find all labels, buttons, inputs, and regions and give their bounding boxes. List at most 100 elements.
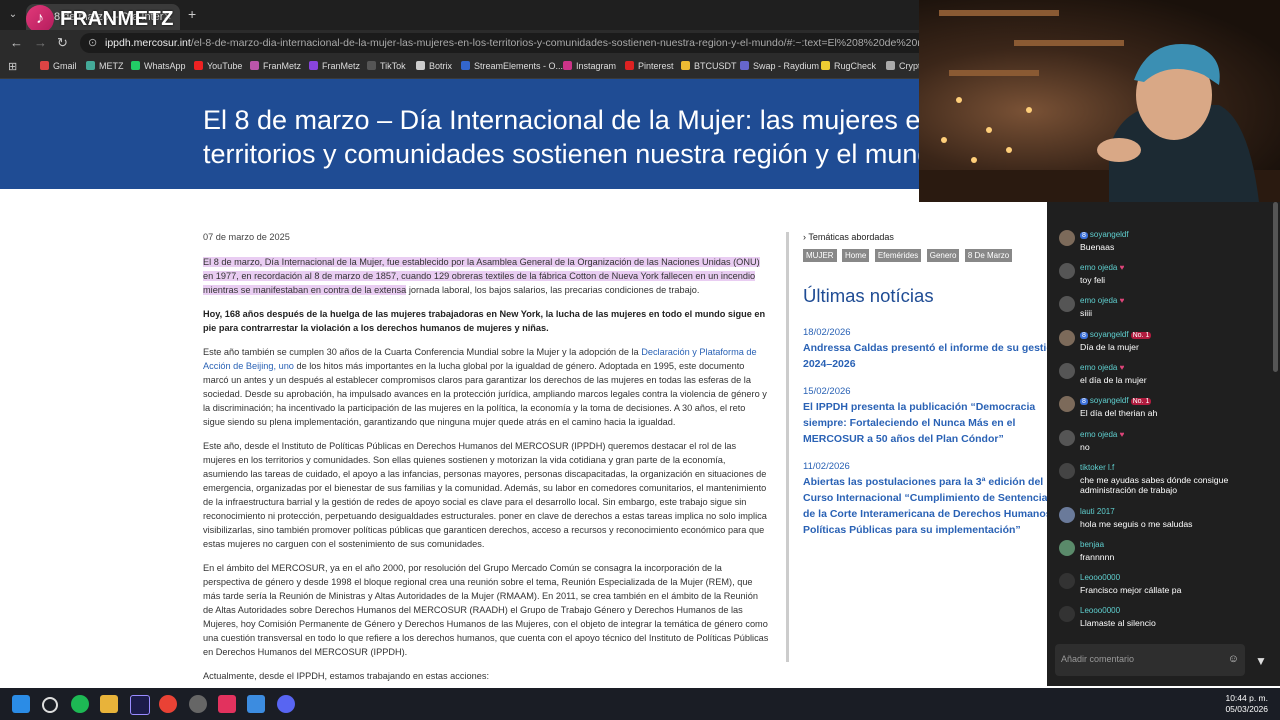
chat-username[interactable]: emo ojeda	[1080, 363, 1117, 372]
premiere-icon[interactable]	[130, 695, 150, 715]
live-chat: 8 soyangeldf Buenaas emo ojeda ♥ toy feli…	[1047, 202, 1280, 686]
site-info-icon[interactable]: ⊙	[88, 36, 97, 49]
paragraph-6: Actualmente, desde el IPPDH, estamos tra…	[203, 671, 489, 681]
spotify-icon[interactable]	[71, 695, 89, 713]
news-link[interactable]: Andressa Caldas presentó el informe de s…	[803, 340, 1063, 372]
bookmark-franmetz[interactable]: FranMetz	[250, 61, 301, 71]
paragraph-3: Este año también se cumplen 30 años de l…	[203, 345, 769, 429]
bookmark-botrix[interactable]: Botrix	[416, 61, 452, 71]
bookmark-instagram[interactable]: Instagram	[563, 61, 616, 71]
level-badge: 8	[1080, 232, 1088, 239]
discord-icon[interactable]	[277, 695, 295, 713]
level-badge: 8	[1080, 398, 1088, 405]
app-icon[interactable]	[247, 695, 265, 713]
column-divider	[786, 232, 789, 662]
chat-text: Día de la mujer	[1080, 342, 1139, 352]
avatar	[1059, 430, 1075, 446]
chrome-icon[interactable]	[159, 695, 177, 713]
streamer-name: FRANMETZ	[60, 7, 174, 30]
news-heading: Últimas notícias	[803, 285, 934, 306]
bookmark-whatsapp[interactable]: WhatsApp	[131, 61, 186, 71]
new-tab-button[interactable]: +	[188, 6, 196, 22]
paragraph-4: Este año, desde el Instituto de Política…	[203, 441, 767, 549]
bookmark-metz[interactable]: METZ	[86, 61, 124, 71]
back-icon[interactable]: ←	[10, 35, 23, 50]
chat-username[interactable]: Leooo0000	[1080, 573, 1120, 582]
tag-list: MUJER Home Efemérides Genero 8 De Marzo	[803, 245, 1063, 263]
avatar	[1059, 507, 1075, 523]
chat-username[interactable]: Leooo0000	[1080, 606, 1120, 615]
avatar	[1059, 396, 1075, 412]
webcam-overlay	[919, 0, 1280, 202]
avatar	[1059, 263, 1075, 279]
chat-username[interactable]: emo ojeda	[1080, 263, 1117, 272]
chat-username[interactable]: emo ojeda	[1080, 430, 1117, 439]
obs-icon[interactable]	[189, 695, 207, 713]
search-icon[interactable]	[42, 697, 58, 713]
heart-icon: ♥	[1119, 263, 1125, 272]
chat-username[interactable]: soyangeldf	[1090, 330, 1129, 339]
tiktok-icon: ♪	[26, 5, 54, 33]
bookmark-franmetz-twitch[interactable]: FranMetz	[309, 61, 360, 71]
news-date: 11/02/2026	[803, 461, 850, 472]
chat-text: hola me seguis o me saludas	[1080, 519, 1193, 529]
avatar	[1059, 606, 1075, 622]
news-date: 15/02/2026	[803, 386, 851, 397]
windows-taskbar: 10:44 p. m. 05/03/2026	[0, 688, 1280, 720]
heart-icon: ♥	[1119, 296, 1125, 305]
page-title-line-1: El 8 de marzo – Día Internacional de la …	[203, 105, 978, 135]
news-link[interactable]: El IPPDH presenta la publicación “Democr…	[803, 399, 1063, 447]
page-title-line-2: territorios y comunidades sostienen nues…	[203, 139, 948, 169]
tiktok-live-icon[interactable]	[218, 695, 236, 713]
chat-text: no	[1080, 442, 1090, 452]
clock-time: 10:44 p. m.	[1225, 693, 1268, 703]
reload-icon[interactable]: ↻	[57, 35, 68, 51]
paragraph-3-start: Este año también se cumplen 30 años de l…	[203, 347, 642, 357]
forward-icon[interactable]: →	[34, 35, 47, 50]
apps-grid-icon[interactable]: ⊞	[8, 60, 17, 73]
bookmark-rugcheck[interactable]: RugCheck	[821, 61, 876, 71]
system-clock[interactable]: 10:44 p. m. 05/03/2026	[1225, 693, 1268, 715]
heart-icon: ♥	[1119, 363, 1125, 372]
chat-username[interactable]: lauti 2017	[1080, 507, 1115, 516]
paragraph-1-rest: jornada laboral, los bajos salarios, las…	[406, 285, 700, 295]
chat-text: El día del therian ah	[1080, 408, 1158, 418]
url-domain: ippdh.mercosur.int	[105, 37, 191, 49]
filter-icon[interactable]: ▼	[1255, 654, 1267, 668]
chat-username[interactable]: emo ojeda	[1080, 296, 1117, 305]
url-text: ippdh.mercosur.int/el-8-de-marzo-dia-int…	[105, 37, 1007, 49]
article-date: 07 de marzo de 2025	[203, 232, 290, 242]
tag-genero[interactable]: Genero	[926, 249, 960, 262]
bookmark-streamelements[interactable]: StreamElements - O...	[461, 61, 563, 71]
bookmark-youtube[interactable]: YouTube	[194, 61, 242, 71]
chat-text: toy feli	[1080, 275, 1106, 285]
bookmark-tiktok[interactable]: TikTok	[367, 61, 406, 71]
chat-scrollbar[interactable]	[1273, 202, 1278, 372]
news-link[interactable]: Abiertas las postulaciones para la 3ª ed…	[803, 474, 1063, 538]
start-button-icon[interactable]	[12, 695, 30, 713]
avatar	[1059, 463, 1075, 479]
chat-username[interactable]: tiktoker l.f	[1080, 463, 1114, 472]
chat-text: el día de la mujer	[1080, 375, 1147, 385]
file-explorer-icon[interactable]	[100, 695, 118, 713]
comment-input[interactable]: Añadir comentario ☺	[1055, 644, 1245, 676]
chat-username[interactable]: soyangeldf	[1090, 230, 1129, 239]
bookmark-gmail[interactable]: Gmail	[40, 61, 77, 71]
tag-mujer[interactable]: MUJER	[803, 249, 837, 262]
tag-8-de-marzo[interactable]: 8 De Marzo	[964, 249, 1013, 262]
comment-placeholder: Añadir comentario	[1061, 654, 1135, 664]
bookmark-btcusdt[interactable]: BTCUSDT	[681, 61, 737, 71]
tag-efemerides[interactable]: Efemérides	[874, 249, 922, 262]
bookmark-raydium[interactable]: Swap - Raydium	[740, 61, 819, 71]
tematicas-label: › Temáticas abordadas	[803, 232, 894, 242]
avatar	[1059, 363, 1075, 379]
tab-list-chevron-icon[interactable]: ⌄	[6, 8, 20, 22]
emoji-icon[interactable]: ☺	[1228, 653, 1239, 665]
chat-username[interactable]: soyangeldf	[1090, 396, 1129, 405]
avatar	[1059, 296, 1075, 312]
tag-home[interactable]: Home	[842, 249, 870, 262]
chat-text: Llamaste al silencio	[1080, 618, 1156, 628]
bookmark-pinterest[interactable]: Pinterest	[625, 61, 674, 71]
rank-badge: No. 1	[1130, 398, 1152, 405]
chat-username[interactable]: benjaa	[1080, 540, 1104, 549]
